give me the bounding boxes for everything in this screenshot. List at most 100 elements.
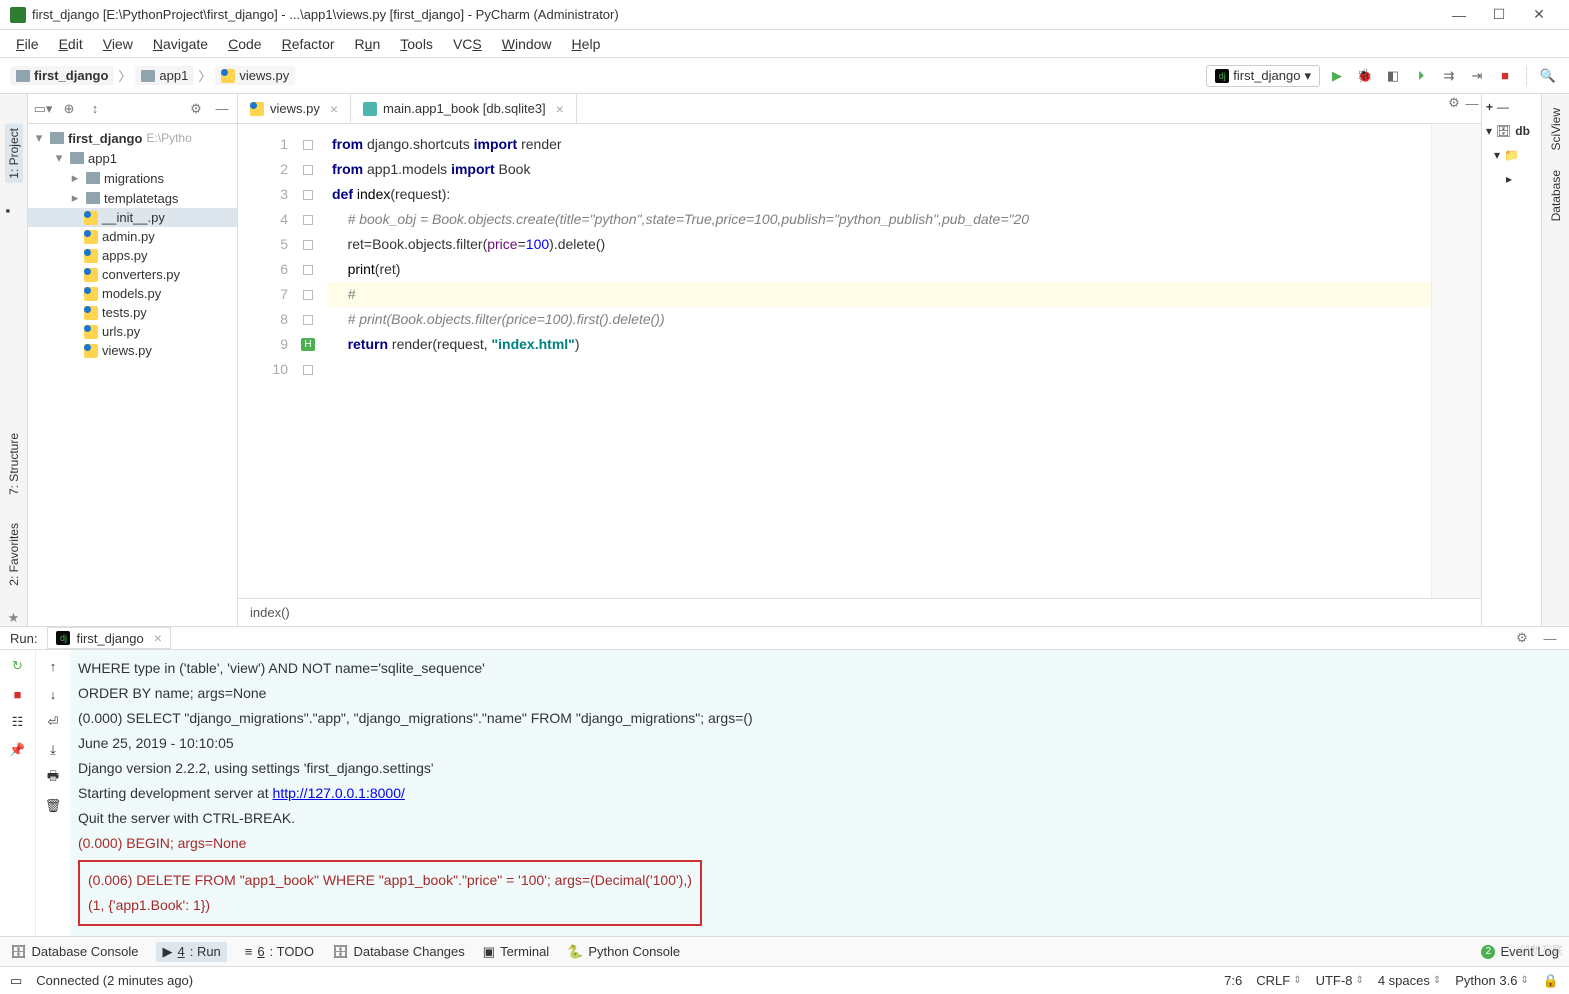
run-tab[interactable]: dj first_django × bbox=[47, 627, 170, 649]
layout-button[interactable]: ☷ bbox=[8, 712, 28, 732]
stop-button[interactable]: ■ bbox=[1494, 65, 1516, 87]
menu-vcs[interactable]: VCS bbox=[445, 34, 490, 54]
app-icon bbox=[10, 7, 26, 23]
print-button[interactable]: 🖶 bbox=[43, 768, 63, 788]
code-editor[interactable]: from django.shortcuts import renderfrom … bbox=[328, 124, 1431, 598]
chevron-down-icon: ▾ bbox=[1304, 68, 1311, 84]
todo-tab[interactable]: ≡ 6: TODO bbox=[245, 944, 314, 959]
database-console-tab[interactable]: 🗄 Database Console bbox=[10, 944, 138, 960]
window-title: first_django [E:\PythonProject\first_dja… bbox=[32, 7, 1439, 22]
lock-icon[interactable]: 🔒 bbox=[1543, 973, 1559, 989]
run-panel-header: Run: dj first_django × ⚙ — bbox=[0, 627, 1569, 650]
db-sub[interactable]: ▾ 📁 bbox=[1486, 148, 1537, 162]
close-icon[interactable]: × bbox=[556, 101, 564, 117]
run-toolbar-left: ↻ ■ ☷ 📌 bbox=[0, 650, 35, 961]
line-sep[interactable]: CRLF ⇕ bbox=[1256, 973, 1301, 988]
run-config-dropdown[interactable]: dj first_django ▾ bbox=[1206, 65, 1320, 87]
terminal-tab[interactable]: ▣ Terminal bbox=[483, 944, 549, 960]
db-changes-tab[interactable]: 🗄 Database Changes bbox=[332, 944, 465, 960]
collapse-icon[interactable]: ↕ bbox=[86, 100, 104, 118]
project-tree[interactable]: ▾ first_django E:\Pytho ▾ app1 ▸ migrati… bbox=[28, 124, 237, 364]
project-tab[interactable]: 1: Project bbox=[5, 124, 23, 183]
editor-breadcrumb: index() bbox=[238, 598, 1481, 626]
django-icon: dj bbox=[1215, 69, 1229, 83]
caret-position[interactable]: 7:6 bbox=[1224, 973, 1242, 988]
minimap[interactable] bbox=[1431, 124, 1481, 598]
tab-db-table[interactable]: main.app1_book [db.sqlite3]× bbox=[351, 94, 577, 123]
menu-code[interactable]: Code bbox=[220, 34, 269, 54]
menu-edit[interactable]: Edit bbox=[51, 34, 91, 54]
db-item[interactable]: ▾ 🗄 db bbox=[1486, 124, 1537, 138]
coverage-button[interactable]: ◧ bbox=[1382, 65, 1404, 87]
gear-icon[interactable]: ⚙ bbox=[1445, 94, 1463, 112]
down-button[interactable]: ↓ bbox=[43, 684, 63, 704]
project-panel-header: ▭▾ ⊕ ↕ ⚙ — bbox=[28, 94, 237, 124]
sciview-tab[interactable]: SciView bbox=[1547, 104, 1565, 154]
concurrency-button[interactable]: ⇉ bbox=[1438, 65, 1460, 87]
profile-button[interactable]: ⏵ bbox=[1410, 65, 1432, 87]
highlighted-log: (0.006) DELETE FROM "app1_book" WHERE "a… bbox=[78, 860, 702, 926]
folder-icon bbox=[141, 70, 155, 82]
breadcrumb: first_django 〉 app1 〉 views.py bbox=[10, 66, 295, 85]
menu-refactor[interactable]: Refactor bbox=[274, 34, 343, 54]
encoding[interactable]: UTF-8 ⇕ bbox=[1316, 973, 1364, 988]
navbar: first_django 〉 app1 〉 views.py dj first_… bbox=[0, 58, 1569, 94]
add-datasource[interactable]: + — bbox=[1486, 100, 1537, 114]
scroll-button[interactable]: ⤓ bbox=[43, 740, 63, 760]
menu-window[interactable]: Window bbox=[494, 34, 560, 54]
maximize-button[interactable]: ☐ bbox=[1479, 6, 1519, 23]
stop-button[interactable]: ■ bbox=[8, 684, 28, 704]
gear-icon[interactable]: ⚙ bbox=[1513, 629, 1531, 647]
python-console-tab[interactable]: 🐍 Python Console bbox=[567, 944, 680, 960]
folder-icon bbox=[16, 70, 30, 82]
titlebar: first_django [E:\PythonProject\first_dja… bbox=[0, 0, 1569, 30]
menu-view[interactable]: View bbox=[95, 34, 141, 54]
rerun-button[interactable]: ↻ bbox=[8, 656, 28, 676]
indent[interactable]: 4 spaces ⇕ bbox=[1378, 973, 1441, 988]
chevron-right-icon: 〉 bbox=[196, 66, 213, 85]
right-tool-stripe: SciView Database bbox=[1541, 94, 1569, 626]
pin-button[interactable]: 📌 bbox=[8, 740, 28, 760]
structure-tab[interactable]: 7: Structure bbox=[5, 429, 23, 499]
gear-icon[interactable]: ⚙ bbox=[187, 100, 205, 118]
clear-button[interactable]: 🗑 bbox=[43, 796, 63, 816]
run-tab-bottom[interactable]: ▶ 4: Run bbox=[156, 942, 226, 962]
console-output[interactable]: WHERE type in ('table', 'view') AND NOT … bbox=[70, 650, 1569, 961]
search-everywhere-button[interactable]: 🔍 bbox=[1537, 65, 1559, 87]
wrap-button[interactable]: ⏎ bbox=[43, 712, 63, 732]
menu-tools[interactable]: Tools bbox=[392, 34, 441, 54]
database-tab[interactable]: Database bbox=[1547, 166, 1565, 225]
run-button[interactable]: ▶ bbox=[1326, 65, 1348, 87]
project-panel: ▭▾ ⊕ ↕ ⚙ — ▾ first_django E:\Pytho ▾ app… bbox=[28, 94, 238, 626]
hide-icon[interactable]: — bbox=[213, 100, 231, 118]
menu-navigate[interactable]: Navigate bbox=[145, 34, 216, 54]
debug-button[interactable]: 🐞 bbox=[1354, 65, 1376, 87]
target-icon[interactable]: ⊕ bbox=[60, 100, 78, 118]
hide-icon[interactable]: — bbox=[1463, 94, 1481, 112]
menu-file[interactable]: File bbox=[8, 34, 47, 54]
breadcrumb-file[interactable]: views.py bbox=[215, 66, 295, 85]
editor-body[interactable]: 12345678910 H from django.shortcuts impo… bbox=[238, 124, 1481, 598]
breadcrumb-project[interactable]: first_django bbox=[10, 66, 114, 85]
table-icon bbox=[363, 102, 377, 116]
project-view-dropdown[interactable]: ▭▾ bbox=[34, 100, 52, 118]
tab-views-py[interactable]: views.py× bbox=[238, 94, 351, 123]
breadcrumb-app[interactable]: app1 bbox=[135, 66, 194, 85]
favorites-tab[interactable]: 2: Favorites bbox=[5, 519, 23, 590]
db-leaf[interactable]: ▸ bbox=[1486, 172, 1537, 186]
menu-help[interactable]: Help bbox=[564, 34, 609, 54]
interpreter[interactable]: Python 3.6 ⇕ bbox=[1455, 973, 1529, 988]
server-url-link[interactable]: http://127.0.0.1:8000/ bbox=[273, 785, 405, 801]
close-button[interactable]: ✕ bbox=[1519, 6, 1559, 23]
attach-button[interactable]: ⇥ bbox=[1466, 65, 1488, 87]
minimize-button[interactable]: — bbox=[1439, 7, 1479, 23]
status-bar: ▭ Connected (2 minutes ago) 7:6 CRLF ⇕ U… bbox=[0, 966, 1569, 994]
run-config-label: first_django bbox=[1233, 68, 1300, 83]
hide-icon[interactable]: — bbox=[1541, 629, 1559, 647]
editor-tabs: views.py× main.app1_book [db.sqlite3]× ⚙… bbox=[238, 94, 1481, 124]
close-icon[interactable]: × bbox=[330, 101, 338, 117]
run-toolbar-right: ↑ ↓ ⏎ ⤓ 🖶 🗑 bbox=[35, 650, 70, 961]
up-button[interactable]: ↑ bbox=[43, 656, 63, 676]
menu-run[interactable]: Run bbox=[347, 34, 389, 54]
run-label: Run: bbox=[10, 631, 37, 646]
